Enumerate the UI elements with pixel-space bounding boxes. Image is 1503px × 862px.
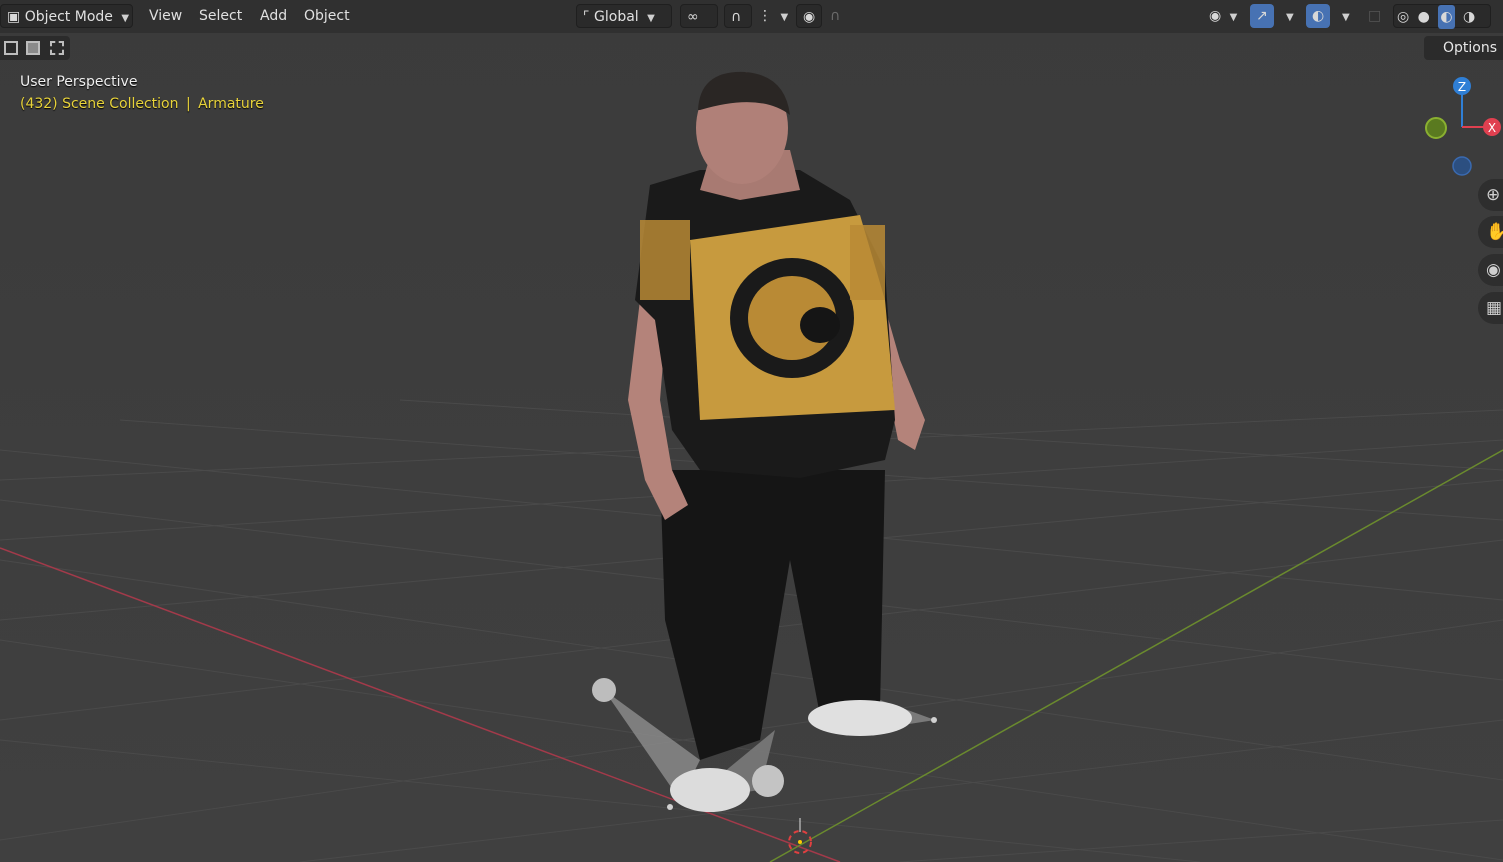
chevron-down-icon: ▼ [1286,12,1294,23]
proportional-edit-toggle[interactable]: ◉ [796,4,822,28]
chevron-down-icon: ▼ [647,13,655,24]
zoom-button[interactable]: ⊕ [1478,179,1503,211]
falloff-dropdown[interactable]: ∩ [824,4,862,28]
select-extend-icon[interactable] [26,41,40,55]
gizmo-dropdown[interactable]: ▼ [1276,4,1298,28]
snap-magnet-icon: ∩ [731,9,742,25]
selection-mode-group [0,36,70,60]
shading-group: ◎ ● ◐ ◑ [1393,4,1491,29]
view-name-label: User Perspective [20,74,138,90]
viewport-header: ▣ Object Mode ▼ View Select Add Object ⌜… [0,0,1503,33]
menu-select[interactable]: Select [193,4,248,28]
gizmo-x-label: X [1488,121,1496,135]
visibility-dropdown[interactable]: ◉ ▼ [1203,4,1243,28]
pan-button[interactable]: ✋ [1478,216,1503,248]
collection-label: (432) Scene Collection [20,96,179,112]
options-button[interactable]: Options [1424,36,1503,60]
hand-pan-icon: ✋ [1486,222,1503,242]
scene-canvas[interactable]: Z X [0,0,1503,862]
gizmo-y-axis[interactable] [1425,117,1447,139]
eye-icon: ◉ [1209,8,1222,24]
active-object-label: Armature [198,96,264,112]
navigation-gizmo[interactable]: Z X [1425,77,1501,176]
gizmo-toggle[interactable]: ↗ [1250,4,1274,28]
chevron-down-icon: ▼ [121,13,130,24]
ortho-toggle-button[interactable]: ▦ [1478,292,1503,324]
collection-separator: | [185,96,191,112]
transform-axes-icon: ⌜ [583,9,590,25]
select-subtract-icon[interactable] [50,41,64,55]
orientation-label: Global [594,9,639,25]
snap-grid-icon: ⋮ [758,8,772,24]
mode-dropdown[interactable]: ▣ Object Mode ▼ [0,4,133,28]
overlay-dropdown[interactable]: ▼ [1332,4,1354,28]
menu-view[interactable]: View [143,4,188,28]
object-mode-icon: ▣ [7,9,21,25]
gizmo-icon: ↗ [1256,8,1268,24]
gizmo-neg-z-axis[interactable] [1452,156,1472,176]
active-collection-line: (432) Scene Collection | Armature [20,96,264,112]
chevron-down-icon: ▼ [1229,12,1238,23]
chevron-down-icon: ▼ [780,12,789,23]
gizmo-z-label: Z [1458,80,1466,94]
overlay-toggle[interactable]: ◐ [1306,4,1330,28]
pivot-dropdown[interactable]: ∞ [680,4,718,28]
grid-perspective-icon: ▦ [1486,298,1503,318]
snap-toggle[interactable]: ∩ [724,4,752,28]
camera-icon: ◉ [1486,260,1501,280]
falloff-curve-icon: ∩ [830,8,841,24]
xray-icon: □ [1368,8,1382,24]
3d-viewport[interactable]: Z X [0,0,1503,862]
rendered-shading-icon[interactable]: ◑ [1463,5,1475,29]
wireframe-shading-icon[interactable]: ◎ [1397,5,1409,29]
snap-target-dropdown[interactable]: ⋮ ▼ [752,4,792,28]
overlay-icon: ◐ [1312,8,1325,24]
menu-object[interactable]: Object [298,4,356,28]
menu-add[interactable]: Add [254,4,293,28]
camera-view-button[interactable]: ◉ [1478,254,1503,286]
xray-toggle[interactable]: □ [1362,4,1388,28]
orientation-dropdown[interactable]: ⌜ Global ▼ [576,4,672,28]
proportional-edit-icon: ◉ [803,9,816,25]
zoom-icon: ⊕ [1486,185,1501,205]
solid-shading-icon[interactable]: ● [1418,5,1430,29]
select-new-icon[interactable] [4,41,18,55]
pivot-icon: ∞ [687,9,699,25]
mode-label: Object Mode [24,9,113,25]
material-shading-icon[interactable]: ◐ [1438,5,1455,29]
chevron-down-icon: ▼ [1342,12,1350,23]
